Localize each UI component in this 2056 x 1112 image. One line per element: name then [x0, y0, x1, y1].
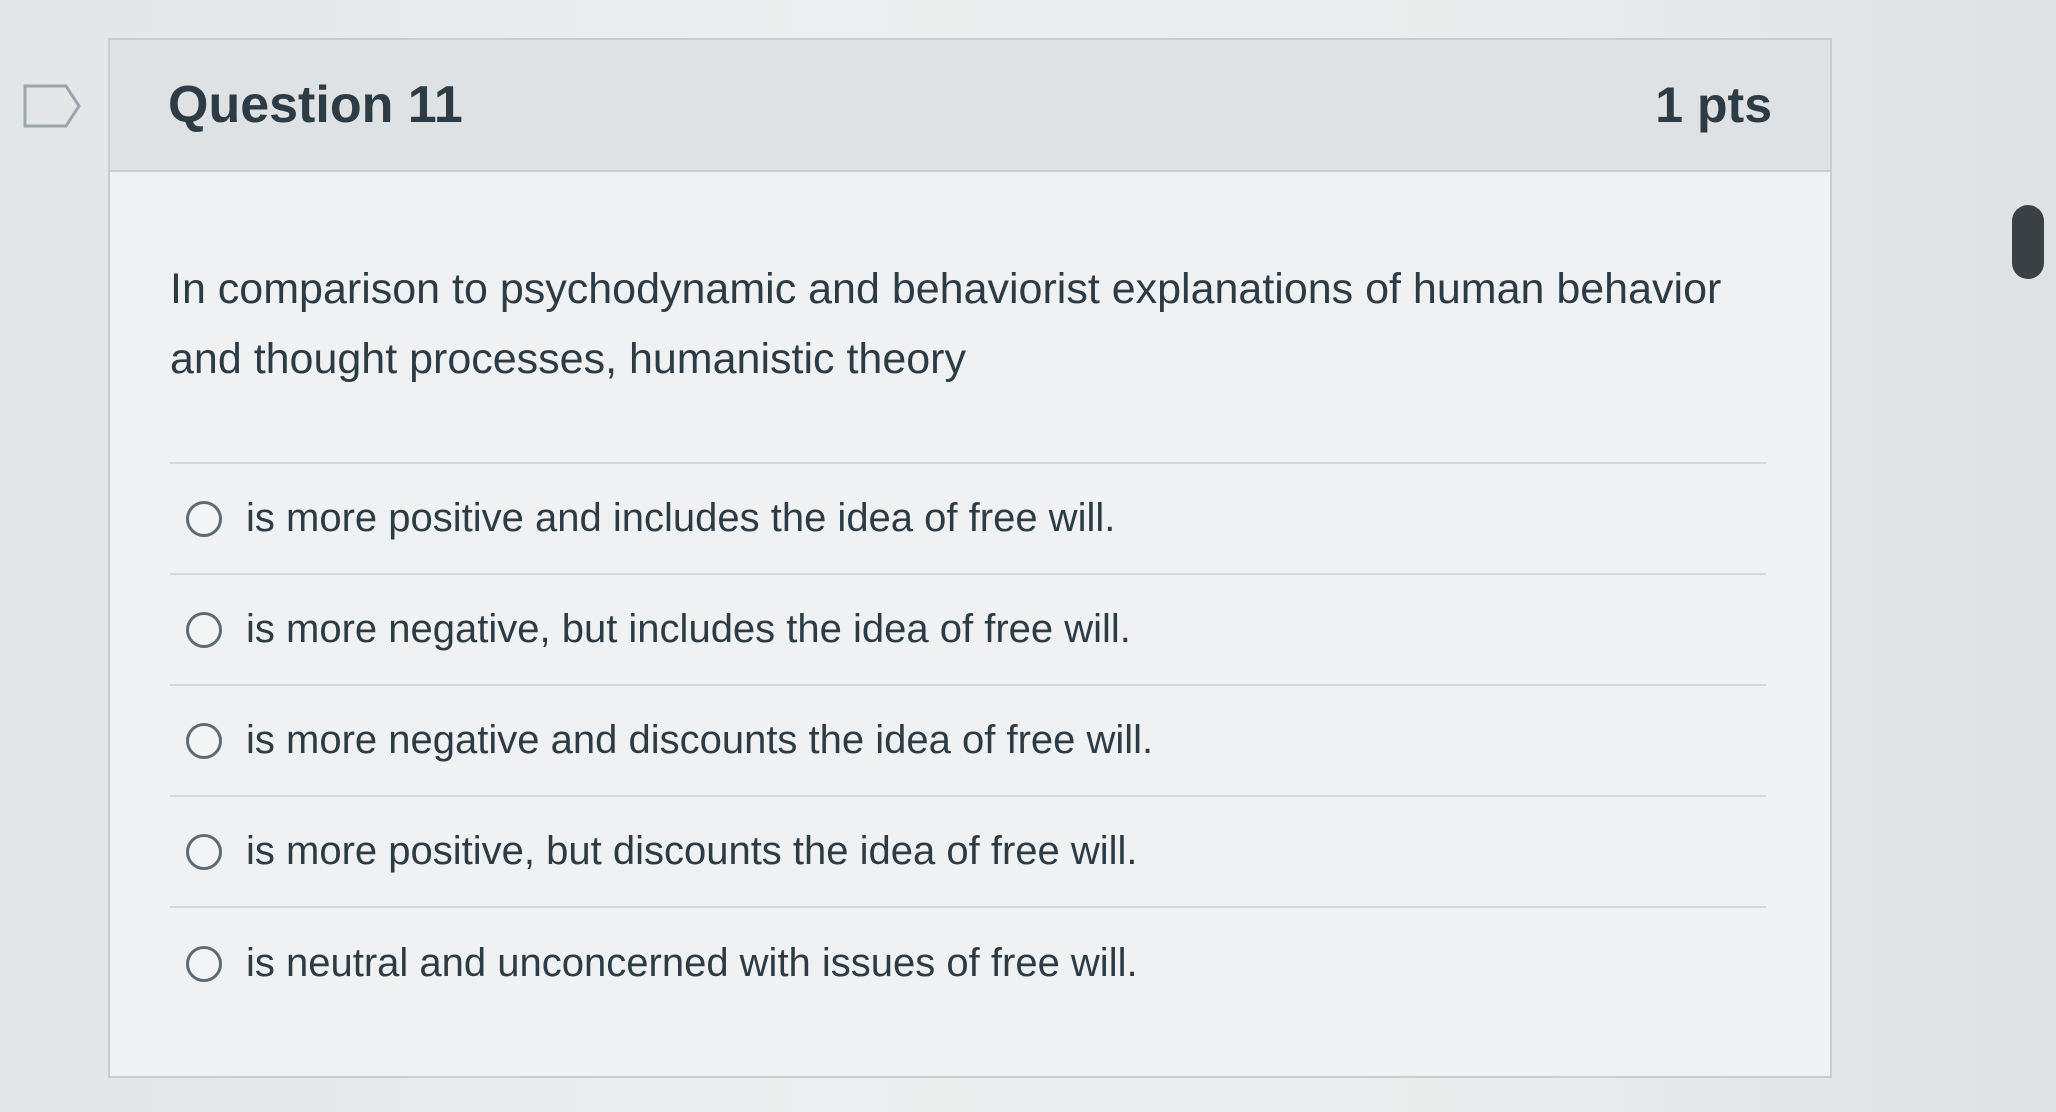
- question-title: Question 11: [168, 76, 463, 134]
- answer-label[interactable]: is neutral and unconcerned with issues o…: [246, 941, 1138, 986]
- answer-label[interactable]: is more positive, but discounts the idea…: [246, 829, 1138, 874]
- question-body: In comparison to psychodynamic and behav…: [110, 172, 1830, 1019]
- answer-option[interactable]: is more positive and includes the idea o…: [170, 464, 1766, 575]
- flag-question-icon[interactable]: [22, 83, 82, 129]
- quiz-page: Question 11 1 pts In comparison to psych…: [0, 0, 2056, 1112]
- radio-button-icon[interactable]: [186, 722, 222, 759]
- answer-option[interactable]: is more positive, but discounts the idea…: [170, 797, 1766, 908]
- question-text: In comparison to psychodynamic and behav…: [170, 265, 1722, 383]
- radio-button-icon[interactable]: [186, 833, 222, 870]
- answer-list: is more positive and includes the idea o…: [170, 462, 1766, 1019]
- radio-button-icon[interactable]: [186, 611, 222, 648]
- question-header: Question 11 1 pts: [110, 40, 1830, 172]
- answer-label[interactable]: is more negative and discounts the idea …: [246, 718, 1153, 763]
- answer-option[interactable]: is more negative, but includes the idea …: [170, 575, 1766, 686]
- answer-option[interactable]: is neutral and unconcerned with issues o…: [170, 908, 1766, 1019]
- question-card: Question 11 1 pts In comparison to psych…: [108, 38, 1832, 1078]
- answer-label[interactable]: is more positive and includes the idea o…: [246, 496, 1115, 541]
- answer-label[interactable]: is more negative, but includes the idea …: [246, 607, 1131, 652]
- scrollbar-thumb[interactable]: [2012, 205, 2044, 279]
- radio-button-icon[interactable]: [186, 945, 222, 982]
- radio-button-icon[interactable]: [186, 500, 222, 537]
- question-points: 1 pts: [1655, 77, 1772, 133]
- answer-option[interactable]: is more negative and discounts the idea …: [170, 686, 1766, 797]
